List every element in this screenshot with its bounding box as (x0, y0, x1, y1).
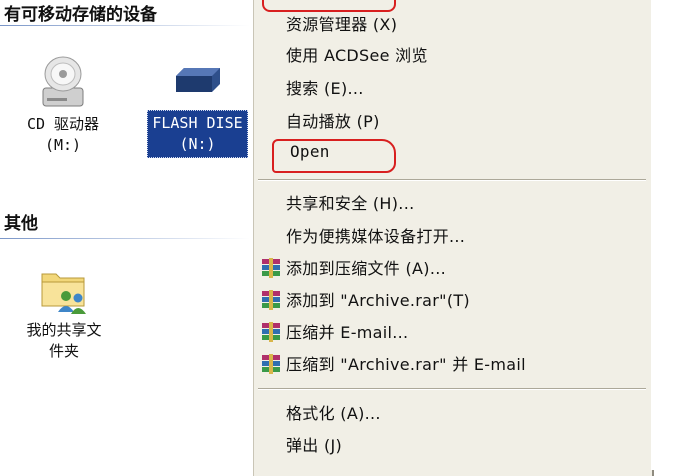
menu-item-search[interactable]: 搜索 (E)... (286, 75, 364, 99)
flash-disk[interactable]: FLASH DISE (N:) (140, 62, 255, 158)
winrar-icon (262, 258, 280, 278)
winrar-icon (262, 354, 280, 374)
menu-item-explorer[interactable]: 资源管理器 (X) (286, 11, 397, 35)
section-divider (0, 25, 250, 26)
shared-folder-label-2: 件夹 (48, 342, 79, 360)
menu-item-compress-email[interactable]: 压缩并 E-mail... (260, 319, 408, 343)
menu-separator (258, 388, 646, 390)
section-divider (0, 238, 250, 239)
menu-item-compress-rar-email-label: 压缩到 "Archive.rar" 并 E-mail (286, 355, 526, 374)
annotation-circle-top (262, 0, 396, 12)
menu-item-format[interactable]: 格式化 (A)... (286, 400, 381, 424)
menu-item-open-portable[interactable]: 作为便携媒体设备打开... (286, 223, 465, 247)
flash-disk-label-box: FLASH DISE (N:) (147, 110, 248, 158)
section-title-removable: 有可移动存储的设备 (4, 5, 157, 25)
menu-separator (258, 179, 646, 181)
cd-drive-letter: (M:) (44, 136, 82, 154)
menu-item-eject[interactable]: 弹出 (J) (286, 432, 342, 456)
menu-item-add-archive-rar[interactable]: 添加到 "Archive.rar"(T) (260, 287, 470, 311)
flash-disk-label: FLASH DISE (152, 114, 243, 132)
removable-disk-icon (175, 68, 220, 92)
menu-item-sharing[interactable]: 共享和安全 (H)... (286, 190, 414, 214)
menu-item-acdsee[interactable]: 使用 ACDSee 浏览 (286, 42, 428, 66)
cd-drive-label: CD 驱动器 (26, 115, 100, 133)
shared-folder[interactable]: 我的共享文 件夹 (2, 262, 126, 362)
winrar-icon (262, 290, 280, 310)
menu-item-autoplay[interactable]: 自动播放 (P) (286, 108, 380, 132)
menu-item-compress-rar-email[interactable]: 压缩到 "Archive.rar" 并 E-mail (260, 351, 526, 375)
section-title-other: 其他 (4, 214, 38, 234)
winrar-icon (262, 322, 280, 342)
annotation-circle-open (272, 139, 396, 173)
background-edge (651, 0, 700, 470)
cd-drive-icon (42, 56, 84, 107)
menu-item-add-archive-rar-label: 添加到 "Archive.rar"(T) (286, 291, 470, 310)
cd-drive[interactable]: CD 驱动器 (M:) (8, 52, 118, 156)
menu-item-add-archive-label: 添加到压缩文件 (A)... (286, 259, 446, 278)
flash-disk-letter: (N:) (179, 135, 216, 153)
menu-item-add-archive[interactable]: 添加到压缩文件 (A)... (260, 255, 446, 279)
shared-folder-icon (41, 273, 86, 314)
context-menu: 资源管理器 (X) 使用 ACDSee 浏览 搜索 (E)... 自动播放 (P… (253, 0, 654, 476)
menu-item-compress-email-label: 压缩并 E-mail... (286, 323, 409, 342)
shared-folder-label: 我的共享文 (26, 321, 102, 339)
